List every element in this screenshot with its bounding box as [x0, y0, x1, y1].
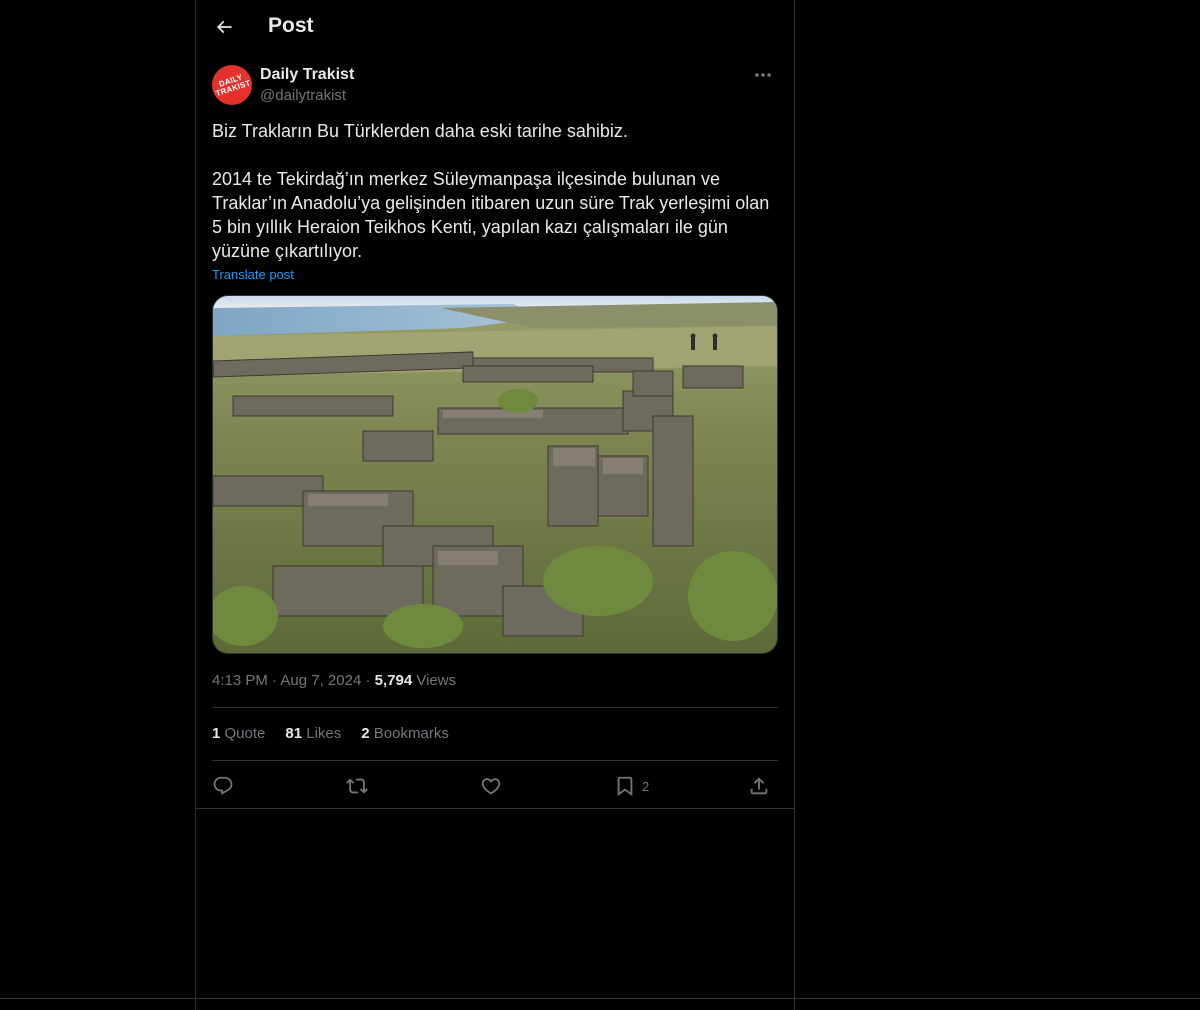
likes-stat[interactable]: 81 Likes: [285, 725, 341, 742]
meta-separator: ·: [272, 672, 278, 689]
share-button[interactable]: [748, 770, 770, 802]
author-handle[interactable]: @dailytrakist: [260, 87, 346, 104]
arrow-left-icon: [214, 17, 234, 37]
bookmarks-label: Bookmarks: [373, 725, 449, 742]
views-label: Views: [416, 672, 457, 689]
likes-count: 81: [285, 725, 303, 742]
like-button[interactable]: [480, 770, 502, 802]
avatar-logo-text: DAILY TRAKIST: [214, 72, 252, 99]
post-author: DAILY TRAKIST Daily Trakist @dailytrakist: [212, 64, 778, 108]
post-image[interactable]: [212, 295, 778, 654]
likes-label: Likes: [306, 725, 342, 742]
divider: [212, 760, 778, 761]
back-button[interactable]: [206, 9, 242, 45]
post-time[interactable]: 4:13 PM: [212, 672, 268, 689]
post-metadata: 4:13 PM · Aug 7, 2024 · 5,794 Views: [212, 672, 456, 689]
excavation-photo: [213, 296, 777, 653]
quotes-count: 1: [212, 725, 221, 742]
reply-icon: [212, 775, 234, 797]
more-options-button[interactable]: [748, 64, 778, 86]
post-date[interactable]: Aug 7, 2024: [280, 672, 361, 689]
author-display-name[interactable]: Daily Trakist: [260, 66, 354, 84]
translate-post-link[interactable]: Translate post: [212, 267, 294, 282]
divider: [196, 808, 794, 809]
bookmarks-stat[interactable]: 2 Bookmarks: [361, 725, 449, 742]
bookmark-count: 2: [642, 778, 650, 794]
bookmark-icon: [614, 775, 636, 797]
page-title: Post: [268, 14, 314, 37]
meta-separator: ·: [365, 672, 371, 689]
repost-icon: [346, 775, 368, 797]
avatar[interactable]: DAILY TRAKIST: [212, 65, 252, 105]
quotes-label: Quote: [224, 725, 266, 742]
more-dots-icon: [754, 72, 772, 78]
divider: [212, 707, 778, 708]
heart-icon: [480, 775, 502, 797]
post-text: Biz Trakların Bu Türklerden daha eski ta…: [212, 121, 770, 261]
quotes-stat[interactable]: 1 Quote: [212, 725, 265, 742]
bottom-divider: [0, 998, 1200, 999]
page-header: Post: [196, 0, 794, 54]
post-actions: 2: [212, 770, 778, 802]
reply-button[interactable]: [212, 770, 234, 802]
bookmarks-count: 2: [361, 725, 370, 742]
post-column: Post DAILY TRAKIST Daily Trakist @dailytr…: [195, 0, 795, 1010]
bookmark-button[interactable]: 2: [614, 770, 649, 802]
repost-button[interactable]: [346, 770, 368, 802]
post-stats: 1 Quote 81 Likes 2 Bookmarks: [212, 725, 449, 742]
views-count: 5,794: [374, 672, 413, 689]
share-icon: [748, 775, 770, 797]
